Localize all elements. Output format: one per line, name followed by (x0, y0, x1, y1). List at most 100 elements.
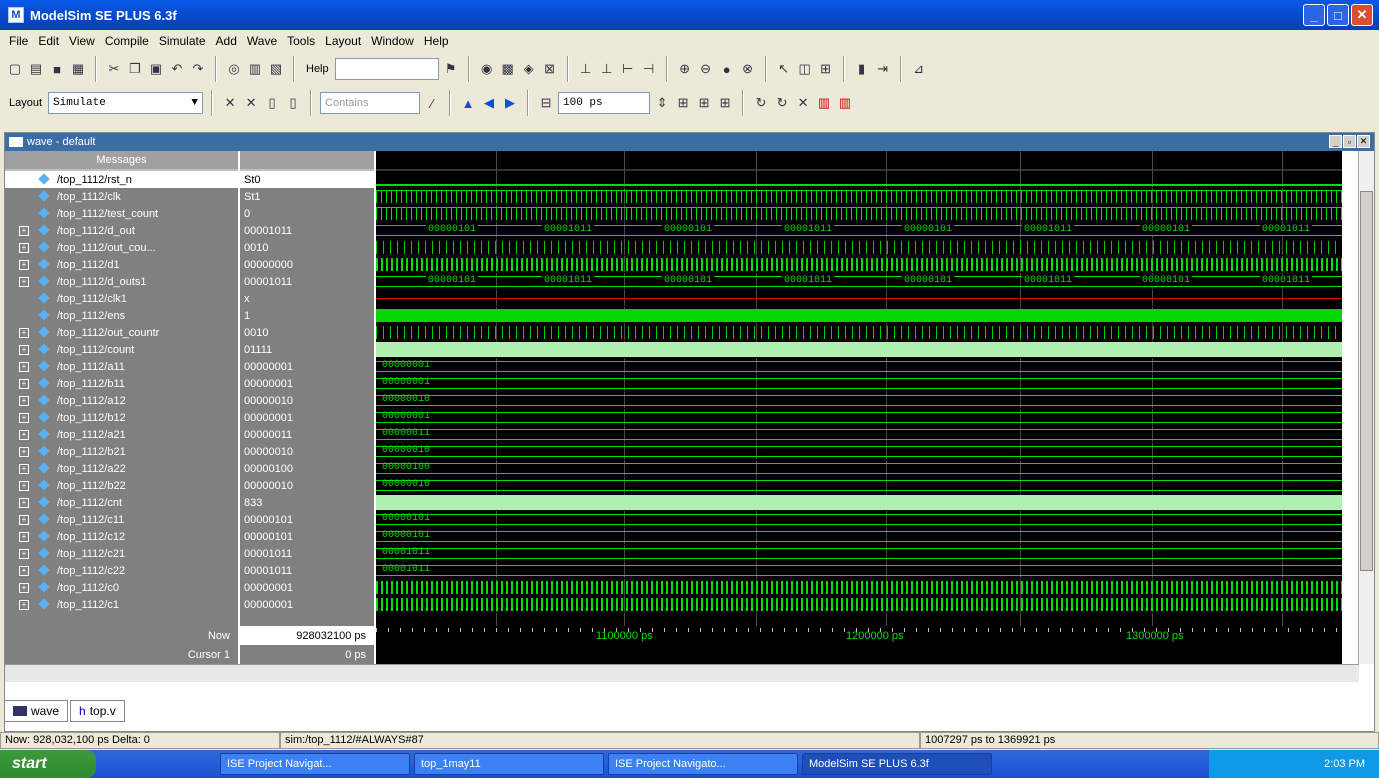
redo-icon[interactable]: ↷ (189, 60, 207, 78)
zoom-mode-icon[interactable]: ◫ (796, 60, 814, 78)
up-arrow-icon[interactable]: ▲ (459, 94, 477, 112)
menu-add[interactable]: Add (211, 34, 242, 48)
expand-icon[interactable]: + (19, 497, 29, 508)
open-folder-icon[interactable]: ▤ (27, 60, 45, 78)
waveform-row[interactable]: 00000001 (376, 375, 1342, 392)
delete-all-icon[interactable]: ✕ (242, 94, 260, 112)
panel-minimize-button[interactable]: _ (1329, 135, 1342, 148)
panel-close-button[interactable]: ✕ (1357, 135, 1370, 148)
signal-row[interactable]: + /top_1112/b22 (5, 477, 238, 494)
new-file-icon[interactable]: ▢ (6, 60, 24, 78)
menu-tools[interactable]: Tools (282, 34, 320, 48)
signal-row[interactable]: + /top_1112/d_outs1 (5, 273, 238, 290)
menu-file[interactable]: File (4, 34, 33, 48)
panel-undock-button[interactable]: ▫ (1343, 135, 1356, 148)
waveform-row[interactable]: 00000101 (376, 511, 1342, 528)
waveform-row[interactable] (376, 256, 1342, 273)
insert-cursor-icon[interactable]: ▮ (853, 60, 871, 78)
signal-row[interactable]: + /top_1112/d1 (5, 256, 238, 273)
memory-icon[interactable]: ▥ (836, 94, 854, 112)
print-icon[interactable]: ▦ (69, 60, 87, 78)
waveform-row[interactable]: 00000010 (376, 477, 1342, 494)
waveform-row[interactable] (376, 341, 1342, 358)
signal-row[interactable]: + /top_1112/c0 (5, 579, 238, 596)
waveform-row[interactable] (376, 205, 1342, 222)
waveform-row[interactable]: 00000001 (376, 409, 1342, 426)
waveform-row[interactable]: 00000011 (376, 426, 1342, 443)
menu-view[interactable]: View (64, 34, 100, 48)
expand-icon[interactable]: + (19, 412, 29, 423)
expand-icon[interactable]: + (19, 429, 29, 440)
signal-row[interactable]: + /top_1112/a11 (5, 358, 238, 375)
expand-icon[interactable]: + (19, 225, 29, 236)
doc-icon[interactable]: ▯ (263, 94, 281, 112)
run-length-input[interactable]: 100 ps (558, 92, 651, 114)
zoom-full-icon[interactable]: ● (718, 60, 736, 78)
expand-icon[interactable]: + (19, 378, 29, 389)
end-sim-icon[interactable]: ⊠ (541, 60, 559, 78)
expand-icon[interactable]: + (19, 480, 29, 491)
expand-icon[interactable]: + (19, 599, 29, 610)
menu-layout[interactable]: Layout (320, 34, 366, 48)
signal-row[interactable]: + /top_1112/out_countr (5, 324, 238, 341)
delete-cursor-icon[interactable]: ⇥ (874, 60, 892, 78)
horizontal-scrollbar[interactable] (5, 664, 1359, 682)
edit-mode-icon[interactable]: ⊞ (817, 60, 835, 78)
waveform-row[interactable] (376, 239, 1342, 256)
menu-simulate[interactable]: Simulate (154, 34, 211, 48)
signal-row[interactable]: /top_1112/clk (5, 188, 238, 205)
expand-icon[interactable]: + (19, 361, 29, 372)
menu-help[interactable]: Help (419, 34, 454, 48)
signal-row[interactable]: + /top_1112/cnt (5, 494, 238, 511)
waveform-row[interactable] (376, 324, 1342, 341)
signal-row[interactable]: + /top_1112/c12 (5, 528, 238, 545)
task-ise-2[interactable]: ISE Project Navigato... (608, 753, 798, 775)
menu-compile[interactable]: Compile (100, 34, 154, 48)
delete-icon[interactable]: ✕ (221, 94, 239, 112)
simulate-icon[interactable]: ◉ (478, 60, 496, 78)
task-folder[interactable]: top_1may11 (414, 753, 604, 775)
vertical-scrollbar[interactable] (1358, 151, 1374, 664)
zoom-in-icon[interactable]: ⊕ (676, 60, 694, 78)
signal-row[interactable]: /top_1112/clk1 (5, 290, 238, 307)
right-arrow-icon[interactable]: ▶ (501, 94, 519, 112)
restart-icon[interactable]: ⊟ (537, 94, 555, 112)
waveform-row[interactable]: 00000101 00001011 00000101 00001011 00000101… (376, 222, 1342, 239)
doc2-icon[interactable]: ▯ (284, 94, 302, 112)
dataflow-icon[interactable]: ◈ (520, 60, 538, 78)
wave-compare-icon[interactable]: ⊿ (910, 60, 928, 78)
signal-row[interactable]: + /top_1112/b12 (5, 409, 238, 426)
waveform-row[interactable]: 00000001 (376, 358, 1342, 375)
tab-top-v[interactable]: h top.v (70, 700, 125, 722)
signal-row[interactable]: + /top_1112/a22 (5, 460, 238, 477)
help-input[interactable] (334, 58, 439, 80)
step-over-icon[interactable]: ⊥ (598, 60, 616, 78)
signal-row[interactable]: + /top_1112/d_out (5, 222, 238, 239)
help-search-icon[interactable]: ⚑ (442, 60, 460, 78)
waveform-row[interactable]: 00001011 (376, 545, 1342, 562)
signal-row[interactable]: /top_1112/test_count (5, 205, 238, 222)
menu-wave[interactable]: Wave (242, 34, 282, 48)
maximize-button[interactable]: □ (1327, 4, 1349, 26)
step-out-icon[interactable]: ⊣ (640, 60, 658, 78)
run-icon[interactable]: ⊞ (674, 94, 692, 112)
compile-icon[interactable]: ▥ (246, 60, 264, 78)
expand-icon[interactable]: + (19, 463, 29, 474)
start-button[interactable]: start (0, 750, 96, 778)
waveform-area[interactable]: 00000101 00001011 00000101 00001011 00000101… (376, 151, 1342, 626)
waveform-row[interactable]: 00000010 (376, 443, 1342, 460)
waveform-row[interactable] (376, 290, 1342, 307)
step-icon-2[interactable]: ↻ (752, 94, 770, 112)
step-over-icon-2[interactable]: ↻ (773, 94, 791, 112)
zoom-cursor-icon[interactable]: ⊗ (739, 60, 757, 78)
run-all-icon[interactable]: ⊞ (716, 94, 734, 112)
expand-icon[interactable]: + (19, 242, 29, 253)
waveform-row[interactable] (376, 494, 1342, 511)
signal-row[interactable]: /top_1112/ens (5, 307, 238, 324)
signal-row[interactable]: + /top_1112/a21 (5, 426, 238, 443)
zoom-out-icon[interactable]: ⊖ (697, 60, 715, 78)
run-length-spinner-icon[interactable]: ⇕ (653, 94, 671, 112)
expand-icon[interactable]: + (19, 395, 29, 406)
contains-input[interactable]: Contains (320, 92, 421, 114)
save-icon[interactable]: ■ (48, 60, 66, 78)
